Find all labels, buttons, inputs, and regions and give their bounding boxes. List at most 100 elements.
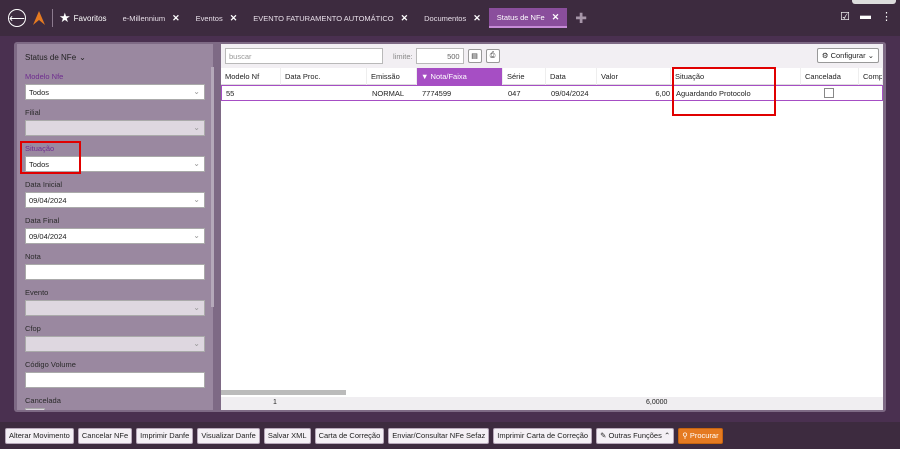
back-icon[interactable]: ⟵ [8,9,26,27]
label-evento: Evento [25,288,49,297]
cell-valor: 6,00 [655,88,670,98]
alterar-movimento-button[interactable]: Alterar Movimento [5,427,74,444]
clipboard-icon[interactable]: ☑ [840,10,850,23]
close-icon[interactable]: ✕ [473,13,481,24]
header-data[interactable]: Data [546,67,597,85]
imprimir-carta-button[interactable]: Imprimir Carta de Correção [493,427,593,444]
chevron-down-icon: ⌄ [79,52,86,62]
more-icon[interactable]: ⋮ [881,10,892,23]
top-right-icons: ☑ ▬ ⋮ [840,10,892,23]
label-data-final: Data Final [25,216,60,225]
window-controls[interactable] [852,0,896,4]
tab-eventos[interactable]: Eventos ✕ [188,8,246,28]
header-emissao[interactable]: Emissão [367,67,417,85]
label-cancelada: Cancelada [25,396,61,405]
cfop-select[interactable]: ⌄ [25,336,205,352]
tab-documentos[interactable]: Documentos ✕ [416,8,489,28]
label-nota: Nota [25,252,41,261]
limit-input[interactable]: 500 [415,48,464,64]
modelo-nfe-select[interactable]: Todos ⌄ [25,84,205,100]
grid-toolbar: buscar limite: 500 ▤ ⎙ ⚙ Configurar ⌄ [221,44,883,68]
results-grid: buscar limite: 500 ▤ ⎙ ⚙ Configurar ⌄ Mo… [221,44,883,410]
close-icon[interactable]: ✕ [172,13,180,24]
imprimir-danfe-button[interactable]: Imprimir Danfe [136,427,194,444]
data-inicial-input[interactable]: 09/04/2024 ⌄ [25,192,205,208]
close-icon[interactable]: ✕ [401,13,409,24]
cell-serie: 047 [508,88,521,98]
chevron-down-icon: ⌄ [193,303,200,312]
gear-icon: ⚙ [821,51,829,60]
header-nota-faixa[interactable]: ▼ Nota/Faixa [417,67,503,85]
footer-total: 6,0000 [646,399,668,406]
cell-cancelada [802,88,860,98]
cancelada-checkbox[interactable] [824,88,834,98]
chat-icon[interactable]: ▬ [860,10,871,23]
label-modelo-nfe: Modelo Nfe [25,72,64,81]
close-icon[interactable]: ✕ [230,13,238,24]
tab-status-nfe[interactable]: Status de NFe ✕ [488,8,568,28]
highlight-box-situacao-column [672,67,776,116]
chevron-up-icon: ⌃ [663,431,671,440]
filter-sidebar: Status de NFe ⌄ Modelo Nfe Todos ⌄ Filial … [17,44,213,410]
favorites-button[interactable]: ★ Favoritos [59,10,107,26]
chevron-down-icon: ⌄ [867,51,874,60]
chevron-down-icon: ⌄ [193,159,200,168]
tab-e-millennium[interactable]: e-Millennium ✕ [115,8,188,28]
evento-select[interactable]: ⌄ [25,300,205,316]
action-bar: Alterar Movimento Cancelar NFe Imprimir … [0,422,900,449]
highlight-box-situacao [20,141,81,174]
chevron-down-icon: ⌄ [193,231,200,240]
cell-nota: 7774599 [422,88,452,98]
codigo-volume-input[interactable] [25,372,205,388]
chevron-down-icon: ⌄ [193,339,200,348]
chevron-down-icon: ⌄ [193,123,200,132]
search-icon: ⚲ [682,431,688,440]
close-icon[interactable]: ✕ [552,12,560,23]
header-serie[interactable]: Série [503,67,546,85]
header-comp[interactable]: Comp [859,67,883,85]
sidebar-scrollbar[interactable] [211,67,214,307]
tab-evento-faturamento[interactable]: EVENTO FATURAMENTO AUTOMÁTICO ✕ [245,8,416,28]
salvar-xml-button[interactable]: Salvar XML [263,427,311,444]
outras-funcoes-button[interactable]: ✎ Outras Funções ⌃ [596,427,675,444]
search-input[interactable]: buscar [225,48,383,64]
label-filial: Filial [25,108,41,117]
cancelar-nfe-button[interactable]: Cancelar NFe [77,427,133,444]
horizontal-scrollbar[interactable] [221,390,346,395]
divider [52,9,53,27]
top-tab-bar: ⟵ ★ Favoritos e-Millennium ✕ Eventos ✕ EVEN… [0,0,900,36]
grid-footer: 1 6,0000 [221,397,883,410]
table-header: Modelo Nf Data Proc. Emissão ▼ Nota/Faix… [221,67,883,85]
footer-count: 1 [273,399,277,406]
label-data-inicial: Data Inicial [25,180,63,189]
filial-select[interactable]: ⌄ [25,120,205,136]
limit-label: limite: [393,51,413,61]
data-final-input[interactable]: 09/04/2024 ⌄ [25,228,205,244]
chevron-down-icon: ⌄ [193,195,200,204]
table-row[interactable]: 55 NORMAL 7774599 047 09/04/2024 6,00 Ag… [221,85,883,101]
star-icon: ★ [59,10,71,25]
carta-correcao-button[interactable]: Carta de Correção [314,427,385,444]
enviar-consultar-button[interactable]: Enviar/Consultar NFe Sefaz [388,427,490,444]
chevron-down-icon: ⌄ [193,87,200,96]
label-codigo-volume: Código Volume [25,360,76,369]
label-cfop: Cfop [25,324,41,333]
nota-input[interactable] [25,264,205,280]
print-icon[interactable]: ⎙ [485,49,500,63]
header-modelo-nf[interactable]: Modelo Nf [221,67,281,85]
add-tab-icon[interactable]: ✚ [575,10,587,27]
header-data-proc[interactable]: Data Proc. [281,67,367,85]
cell-data: 09/04/2024 [551,88,589,98]
cell-emissao: NORMAL [372,88,405,98]
cancelada-select[interactable] [25,408,45,410]
procurar-button[interactable]: ⚲ Procurar [678,427,723,444]
visualizar-danfe-button[interactable]: Visualizar Danfe [197,427,260,444]
header-cancelada[interactable]: Cancelada [801,67,859,85]
export-icon[interactable]: ▤ [467,49,482,63]
configure-button[interactable]: ⚙ Configurar ⌄ [816,48,879,63]
edit-icon: ✎ [600,431,607,440]
sidebar-title[interactable]: Status de NFe ⌄ [17,44,213,70]
header-valor[interactable]: Valor [597,67,671,85]
cell-modelo: 55 [226,88,235,98]
filter-icon: ▼ [421,71,429,81]
